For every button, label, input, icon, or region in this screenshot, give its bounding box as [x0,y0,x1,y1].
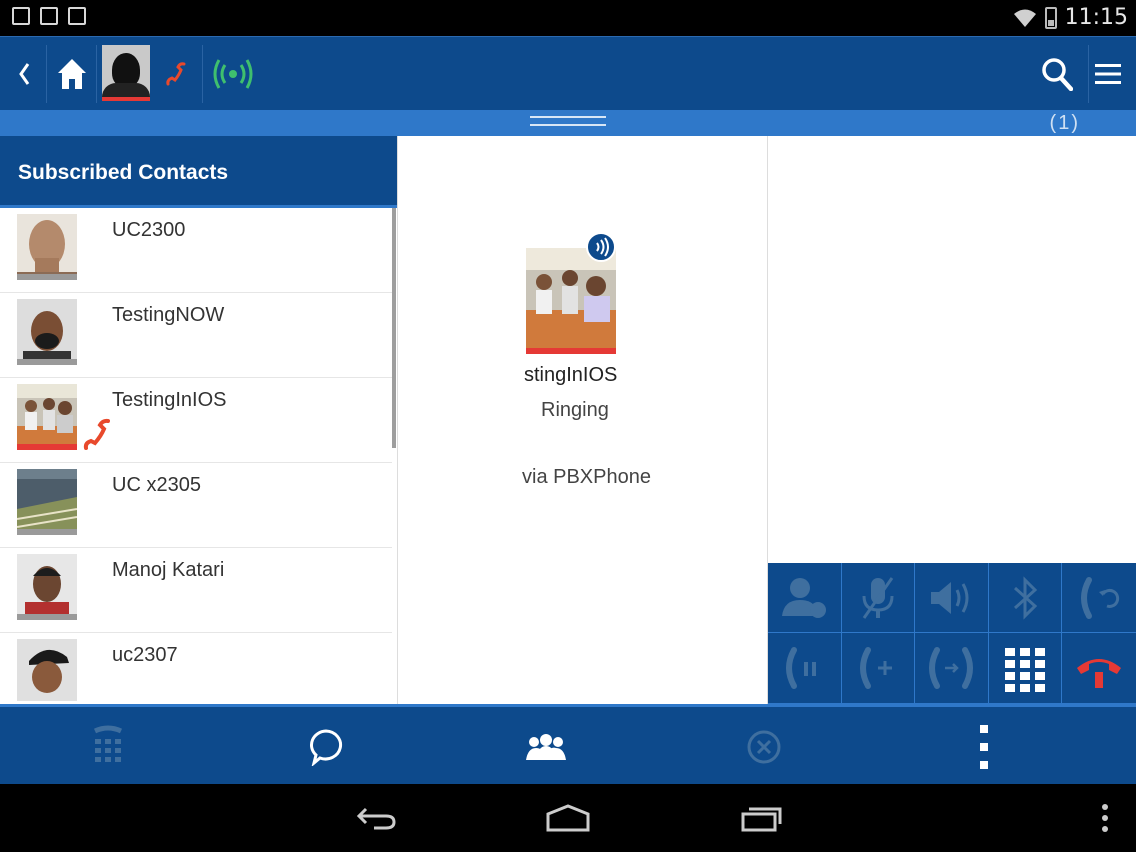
list-item[interactable]: TestingInIOS [0,378,392,463]
cancel-icon[interactable] [734,717,794,777]
drawer-handle-bar[interactable]: (1) [0,110,1136,136]
avatar [17,384,77,450]
speaker-icon[interactable] [915,563,989,633]
call-controls-panel [768,136,1136,704]
home-nav-icon[interactable] [544,798,592,838]
chat-icon[interactable] [296,717,356,777]
contact-name: TestingInIOS [112,389,227,411]
dialpad-icon[interactable] [78,717,138,777]
scrollbar[interactable] [392,208,396,448]
call-status: Ringing [541,399,609,421]
call-panel: stingInIOS Ringing via PBXPhone [398,136,768,704]
contacts-group-icon[interactable] [516,717,576,777]
drag-handle-icon[interactable] [530,116,606,130]
caller-name: stingInIOS [524,364,618,386]
contact-name: TestingNOW [112,304,225,326]
wifi-icon [1013,9,1036,27]
menu-icon[interactable] [1088,37,1128,111]
overflow-icon[interactable] [1098,798,1112,838]
more-icon[interactable] [954,717,1014,777]
system-nav-bar [0,784,1136,852]
list-item[interactable]: TestingNOW [0,293,392,378]
contact-name: UC x2305 [112,474,201,496]
call-via: via PBXPhone [522,466,651,488]
gallery-icon [12,7,30,25]
bottom-tab-bar [0,704,1136,784]
contacts-header: Subscribed Contacts [0,136,397,208]
avatar [17,214,77,280]
avatar [17,299,77,365]
transfer-icon[interactable] [1062,563,1136,633]
call-count: (1) [1049,112,1080,134]
mute-icon[interactable] [841,563,916,633]
list-item[interactable]: UC x2305 [0,463,392,548]
status-bar: 11:15 [0,0,1136,36]
bluetooth-icon[interactable] [988,563,1063,633]
contact-name: UC2300 [112,219,186,241]
hold-icon[interactable] [768,633,842,704]
avatar [17,639,77,701]
recents-nav-icon[interactable] [738,798,784,838]
hangup-icon[interactable] [1062,633,1136,704]
add-call-icon[interactable] [841,633,916,704]
ringing-wave-icon [586,232,616,262]
play-store-icon [40,7,58,25]
contacts-panel: Subscribed Contacts UC2300 TestingNOW Te… [0,136,398,704]
call-controls [768,563,1136,704]
phone-ringing-icon [83,418,110,450]
home-icon[interactable] [52,37,92,111]
keypad-icon[interactable] [988,633,1063,704]
contact-name: uc2307 [112,644,178,666]
back-nav-icon[interactable] [354,798,400,838]
contact-name: Manoj Katari [112,559,225,581]
top-app-bar [0,36,1136,110]
search-icon[interactable] [1036,37,1078,111]
merge-call-icon[interactable] [915,633,989,704]
back-icon[interactable] [8,37,40,111]
list-item[interactable]: UC2300 [0,208,392,293]
avatar [17,469,77,535]
list-item[interactable]: Manoj Katari [0,548,392,633]
contact-list: UC2300 TestingNOW TestingInIOS UC x2305 [0,208,397,704]
clipboard-check-icon [68,7,86,25]
list-item[interactable]: uc2307 [0,633,392,704]
contact-icon[interactable] [768,563,842,633]
phone-ringing-icon[interactable] [160,37,190,111]
avatar [17,554,77,620]
battery-icon [1044,6,1057,29]
active-call-avatar[interactable] [102,45,150,101]
clock: 11:15 [1064,5,1128,30]
signal-broadcast-icon[interactable] [210,37,256,111]
